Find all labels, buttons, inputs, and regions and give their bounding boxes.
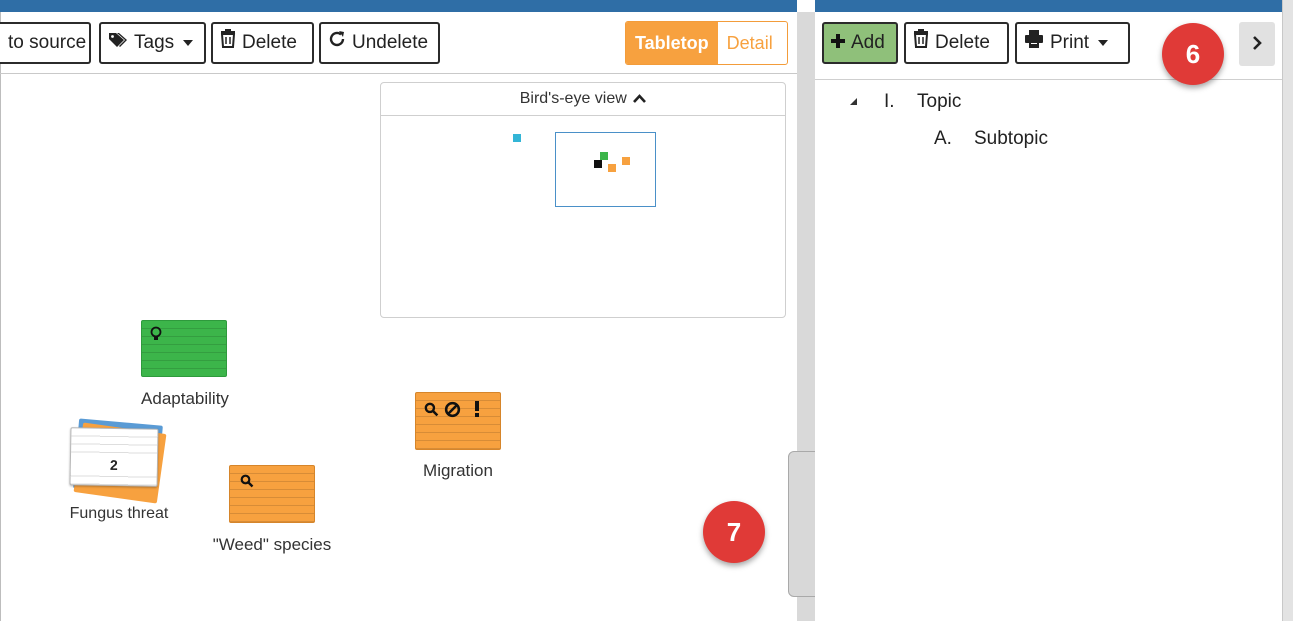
birds-eye-panel: Bird's-eye view [380,82,786,318]
card-label-adaptability: Adaptability [141,389,229,408]
delete-outline-button[interactable]: Delete [904,22,1009,64]
trash-icon [220,24,236,62]
outline-item-topic[interactable]: I. Topic [884,91,961,113]
birds-eye-header[interactable]: Bird's-eye view [381,83,785,116]
right-pane-top-strip [815,0,1282,12]
card-fungus-threat-stack[interactable]: 2 [69,427,159,487]
expand-triangle-icon[interactable] [849,93,858,111]
left-toolbar-divider [0,73,797,74]
tabletop-view-option[interactable]: Tabletop [626,22,718,64]
chevron-down-icon [1098,40,1109,46]
refresh-icon [328,24,346,62]
chevron-up-icon [633,83,647,115]
print-label: Print [1050,32,1090,53]
magnifier-icon [240,474,254,493]
tag-icon [108,24,128,62]
card-weed-species[interactable] [229,465,315,523]
delete-label: Delete [242,32,297,53]
undelete-label: Undelete [352,32,429,53]
right-edge-strip [1282,0,1293,621]
delete-label: Delete [935,32,990,53]
plus-icon [831,24,845,62]
callout-badge-6: 6 [1162,23,1224,85]
outline-item-label: Subtopic [974,128,1048,149]
view-mode-toggle: Tabletop Detail [625,21,788,65]
card-migration[interactable] [415,392,501,450]
minimap-viewport[interactable] [555,132,656,207]
minimap-card-marker [622,157,630,165]
card-label-weed-species: "Weed" species [212,535,332,554]
trash-icon [913,24,929,62]
delete-card-button[interactable]: Delete [211,22,314,64]
outline-item-subtopic[interactable]: A. Subtopic [934,128,1048,150]
card-label-migration: Migration [423,461,493,480]
minimap-card-marker [594,160,602,168]
callout-badge-7: 7 [703,501,765,563]
birds-eye-title: Bird's-eye view [519,90,627,108]
right-toolbar-divider [815,79,1282,80]
card-adaptability[interactable] [141,320,227,377]
tags-button[interactable]: Tags [99,22,206,64]
chevron-down-icon [183,40,194,46]
minimap-card-marker [513,134,521,142]
go-to-source-label: to source [8,32,87,53]
outline-marker: A. [934,128,952,149]
add-button[interactable]: Add [822,22,898,64]
exclamation-icon [474,401,480,422]
collapse-pane-button[interactable] [1239,22,1275,66]
outline-item-label: Topic [917,91,962,112]
tags-label: Tags [134,32,175,53]
ban-icon [444,401,461,423]
left-pane-top-strip [0,0,797,12]
minimap-card-marker [600,152,608,160]
go-to-source-button[interactable]: to source [0,22,91,64]
outline-marker: I. [884,91,895,112]
stack-count: 2 [70,456,157,474]
minimap-card-marker [608,164,616,172]
card-label-fungus-threat: Fungus threat [69,505,169,522]
magnifier-icon [424,402,439,422]
print-button[interactable]: Print [1015,22,1130,64]
undelete-button[interactable]: Undelete [319,22,440,64]
add-label: Add [851,32,885,53]
lightbulb-icon [150,326,162,347]
chevron-right-icon [1252,33,1262,56]
detail-view-option[interactable]: Detail [717,22,782,64]
printer-icon [1024,24,1044,62]
